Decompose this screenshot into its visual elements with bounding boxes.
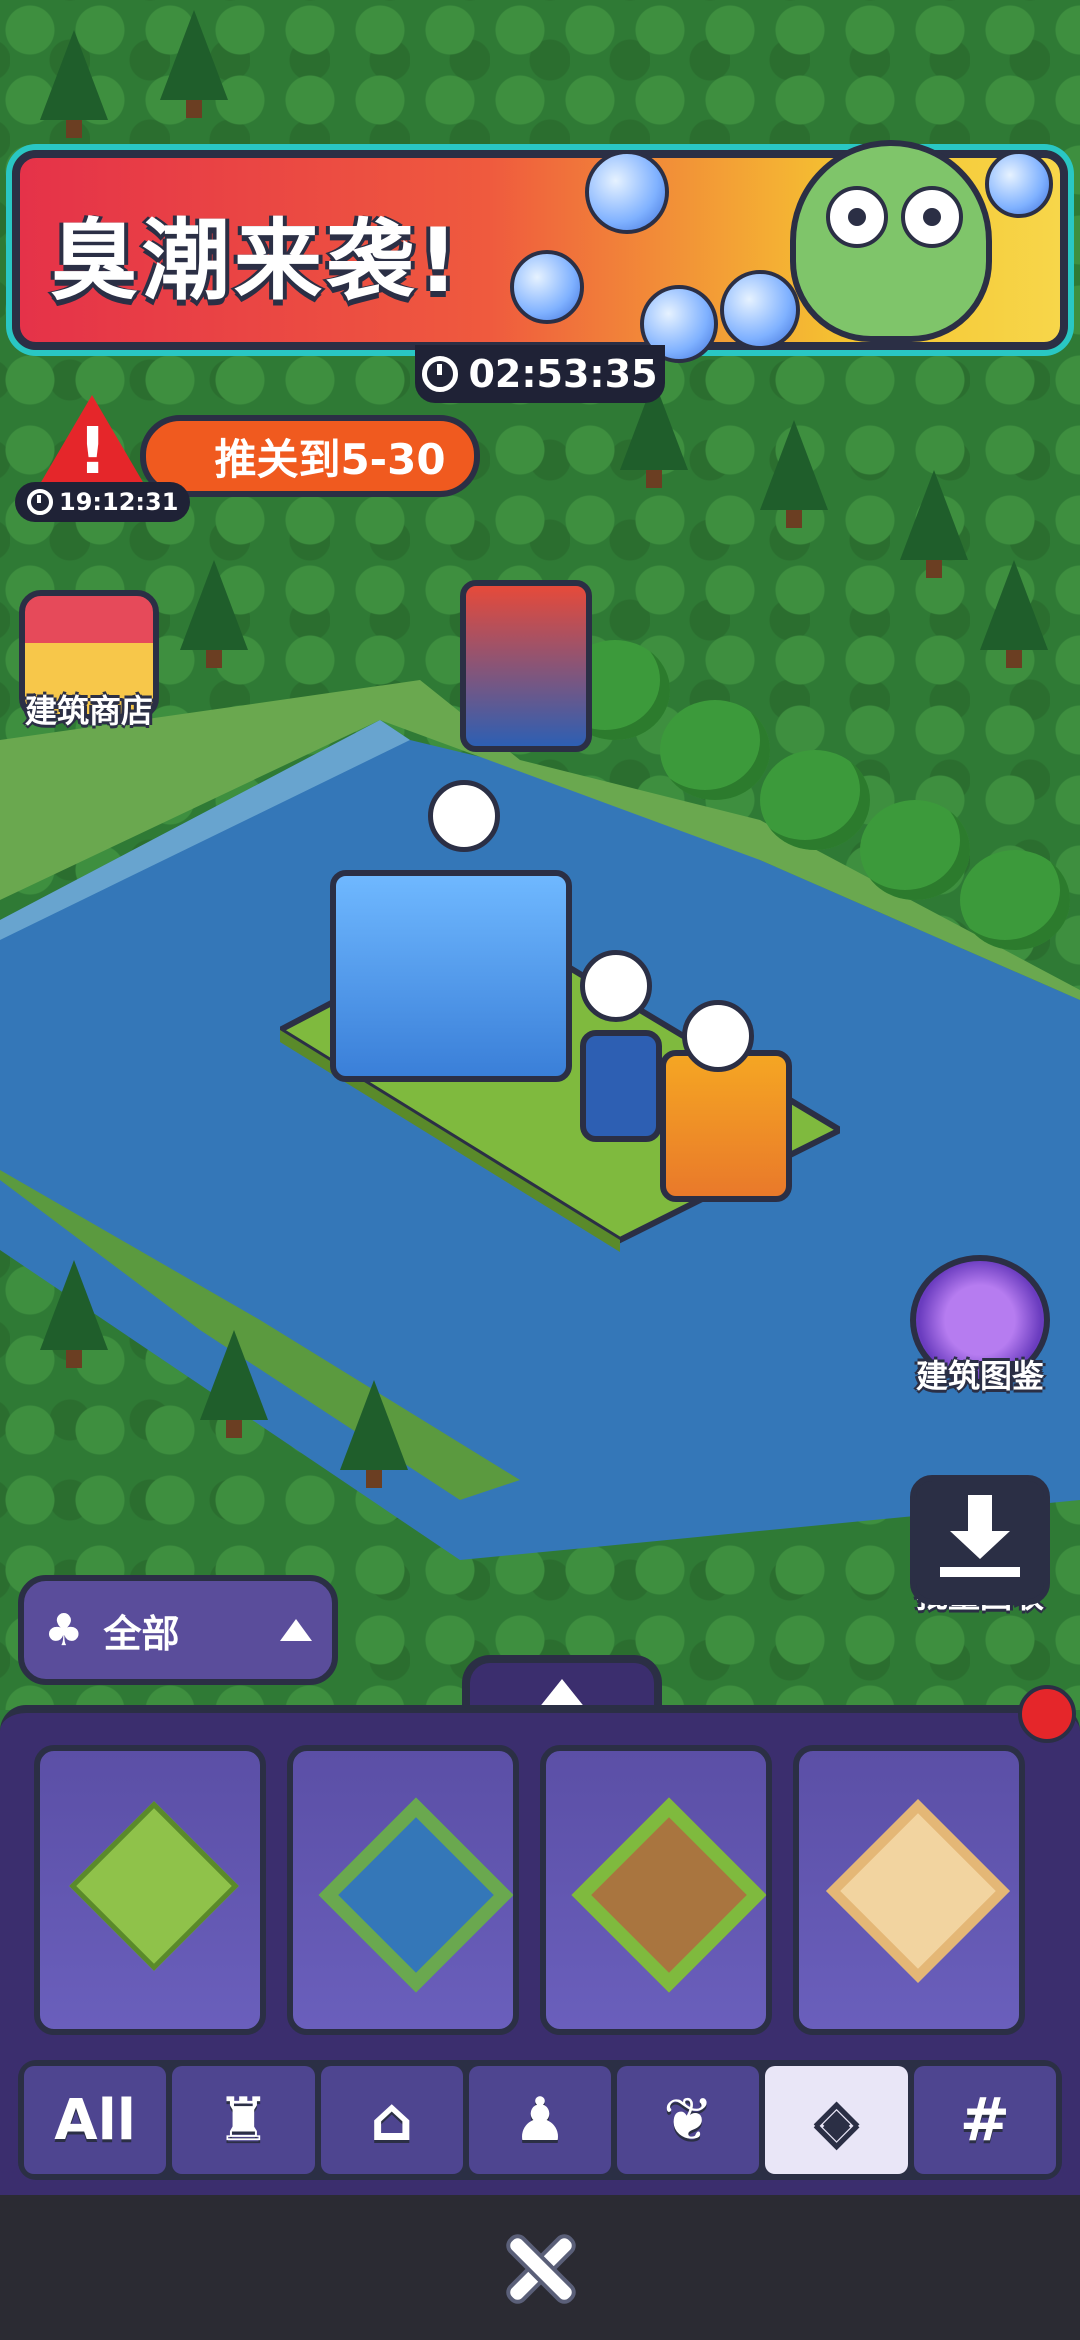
building-codex-button[interactable]: 建筑图鉴 [905,1255,1055,1397]
gacha-machine[interactable] [580,1030,662,1142]
pine-tree [160,10,228,118]
event-timer: 02:53:35 [415,345,665,403]
building-shop-button[interactable]: 建筑商店 [14,590,164,732]
pond-tile-icon [311,1797,513,1993]
restaurant-building[interactable] [330,870,572,1082]
zombie-tree[interactable] [760,750,870,850]
tile-card-pond[interactable] [287,1745,519,2035]
pine-tree [980,560,1048,668]
quest-timer-text: 19:12:31 [59,488,179,516]
bubble-icon [510,250,584,324]
warning-mark: ! [78,415,108,489]
pine-tree [900,470,968,578]
stopwatch-icon [27,489,53,515]
lamp-icon[interactable]: ♟ [468,2066,612,2174]
harvest-bubble-icon[interactable] [428,780,500,852]
arcade-building[interactable] [460,580,592,752]
notification-badge [1018,1685,1076,1743]
layers-icon[interactable]: ◈ [765,2066,908,2174]
pine-tree [200,1330,268,1438]
zombie-tree[interactable] [660,700,770,800]
tab-all[interactable]: All [24,2066,167,2174]
castle-icon[interactable]: ♜ [172,2066,315,2174]
vending-machine[interactable] [660,1050,792,1202]
tile-card-dirt[interactable] [540,1745,772,2035]
filter-dropdown[interactable]: ♣ 全部 [18,1575,338,1685]
pine-tree [40,30,108,138]
zombie-tree[interactable] [960,850,1070,950]
stopwatch-icon [422,356,459,392]
forest-icon: ♣ [44,1604,84,1656]
sprout-icon[interactable]: ❦ [617,2066,760,2174]
download-icon [910,1475,1050,1605]
tile-card-sand[interactable] [793,1745,1025,2035]
zombie-tree[interactable] [860,800,970,900]
zombie-icon [790,140,992,342]
filter-label: 全部 [103,1611,180,1656]
grass-tile-icon [58,1801,239,1971]
shop-label: 建筑商店 [24,692,153,730]
bottom-bar [0,2195,1080,2340]
batch-recycle-button[interactable]: 批量回收 [905,1475,1055,1617]
quest-label: 推关到5-30 [140,415,480,497]
event-timer-text: 02:53:35 [468,352,658,396]
fence-icon[interactable]: # [913,2066,1056,2174]
pine-tree [760,420,828,528]
event-title: 臭潮来袭! [50,209,463,312]
house-icon[interactable]: ⌂ [320,2066,463,2174]
pine-tree [40,1260,108,1368]
quest-timer: 19:12:31 [15,482,191,522]
collect-bubble-icon[interactable] [580,950,652,1022]
bubble-icon [985,150,1053,218]
bubble-icon [720,270,800,350]
close-icon[interactable] [505,2233,575,2303]
category-tabs: All ♜ ⌂ ♟ ❦ ◈ # [18,2060,1062,2180]
chevron-up-icon [280,1619,312,1641]
bubble-icon [585,150,669,234]
pine-tree [180,560,248,668]
codex-label: 建筑图鉴 [915,1357,1044,1395]
sand-tile-icon [817,1799,1010,1983]
pine-tree [340,1380,408,1488]
tile-card-grass[interactable] [34,1745,266,2035]
dirt-tile-icon [564,1797,766,1993]
food-bubble-icon[interactable] [682,1000,754,1072]
